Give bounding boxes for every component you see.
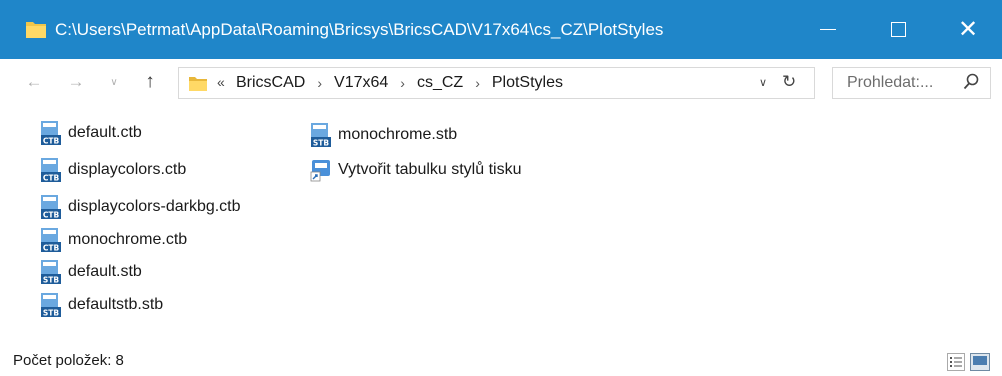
refresh-icon[interactable]: ↻ — [782, 72, 796, 92]
search-placeholder: Prohledat:... — [847, 74, 934, 91]
minimize-button[interactable] — [793, 0, 863, 59]
folder-icon — [189, 77, 207, 91]
breadcrumb-item[interactable]: V17x64 — [334, 74, 388, 92]
file-name: defaultstb.stb — [68, 296, 164, 313]
file-item[interactable]: CTB displaycolors-darkbg.ctb — [38, 192, 241, 222]
breadcrumb-item[interactable]: PlotStyles — [492, 74, 563, 92]
back-arrow-icon: ← — [25, 72, 43, 91]
stb-file-icon: STB — [41, 260, 61, 285]
file-item[interactable]: CTB monochrome.ctb — [38, 225, 187, 255]
title-bar[interactable]: C:\Users\Petrmat\AppData\Roaming\Bricsys… — [0, 0, 1002, 59]
status-bar: Počet položek: 8 — [0, 335, 1002, 376]
forward-button[interactable]: → — [64, 69, 88, 95]
details-view-icon[interactable] — [947, 353, 965, 371]
search-icon[interactable] — [963, 73, 979, 91]
ctb-file-icon: CTB — [41, 158, 61, 183]
stb-file-icon: STB — [311, 123, 331, 148]
file-name: default.stb — [68, 263, 142, 280]
file-item[interactable]: STB default.stb — [38, 257, 142, 287]
up-button[interactable]: ↑ — [138, 69, 162, 95]
shortcut-wizard-icon — [310, 160, 330, 182]
close-icon: ✕ — [957, 16, 979, 43]
breadcrumb-chevron-icon[interactable]: › — [317, 75, 322, 93]
search-input[interactable]: Prohledat:... — [832, 67, 991, 99]
breadcrumb: BricsCAD › V17x64 › cs_CZ › PlotStyles — [236, 74, 563, 92]
svg-text:STB: STB — [313, 139, 330, 148]
ctb-file-icon: CTB — [41, 121, 61, 146]
file-item[interactable]: Vytvořit tabulku stylů tisku — [308, 155, 521, 185]
breadcrumb-overflow-button[interactable]: « — [217, 74, 225, 90]
recent-locations-button[interactable]: ∨ — [106, 69, 122, 95]
svg-text:CTB: CTB — [43, 211, 60, 220]
forward-arrow-icon: → — [67, 72, 85, 91]
address-dropdown-icon[interactable]: ∨ — [759, 76, 767, 89]
breadcrumb-chevron-icon[interactable]: › — [475, 75, 480, 93]
file-name: displaycolors.ctb — [68, 161, 187, 178]
svg-text:CTB: CTB — [43, 137, 60, 146]
file-name: monochrome.stb — [338, 126, 458, 143]
ctb-file-icon: CTB — [41, 195, 61, 220]
breadcrumb-chevron-icon[interactable]: › — [400, 75, 405, 93]
file-name: Vytvořit tabulku stylů tisku — [338, 161, 522, 178]
stb-file-icon: STB — [41, 293, 61, 318]
breadcrumb-item[interactable]: BricsCAD — [236, 74, 305, 92]
file-item[interactable]: CTB default.ctb — [38, 118, 142, 148]
svg-text:STB: STB — [43, 276, 60, 285]
window-title: C:\Users\Petrmat\AppData\Roaming\Bricsys… — [55, 20, 664, 39]
item-count: Počet položek: 8 — [13, 352, 124, 369]
large-icons-view-icon[interactable] — [970, 353, 990, 371]
ctb-file-icon: CTB — [41, 228, 61, 253]
chevron-down-icon: ∨ — [110, 76, 118, 88]
navigation-bar: ← → ∨ ↑ « BricsCAD › V17x64 › cs_CZ › Pl… — [0, 59, 1002, 107]
file-name: monochrome.ctb — [68, 231, 188, 248]
file-item[interactable]: CTB displaycolors.ctb — [38, 155, 186, 185]
explorer-window: C:\Users\Petrmat\AppData\Roaming\Bricsys… — [0, 0, 1002, 376]
file-list: CTB default.ctb CTB displaycolors.ctb CT… — [0, 107, 1002, 335]
svg-text:CTB: CTB — [43, 244, 60, 253]
maximize-button[interactable] — [863, 0, 933, 59]
close-button[interactable]: ✕ — [933, 0, 1002, 59]
back-button[interactable]: ← — [22, 69, 46, 95]
minimize-icon — [820, 29, 836, 30]
file-item[interactable]: STB monochrome.stb — [308, 120, 457, 150]
up-arrow-icon: ↑ — [145, 71, 155, 92]
svg-text:CTB: CTB — [43, 174, 60, 183]
maximize-icon — [890, 22, 906, 37]
address-bar[interactable]: « BricsCAD › V17x64 › cs_CZ › PlotStyles… — [178, 67, 815, 99]
file-name: displaycolors-darkbg.ctb — [68, 198, 241, 215]
file-name: default.ctb — [68, 124, 142, 141]
svg-text:STB: STB — [43, 309, 60, 318]
folder-icon — [26, 22, 46, 38]
file-item[interactable]: STB defaultstb.stb — [38, 290, 163, 320]
breadcrumb-item[interactable]: cs_CZ — [417, 74, 463, 92]
